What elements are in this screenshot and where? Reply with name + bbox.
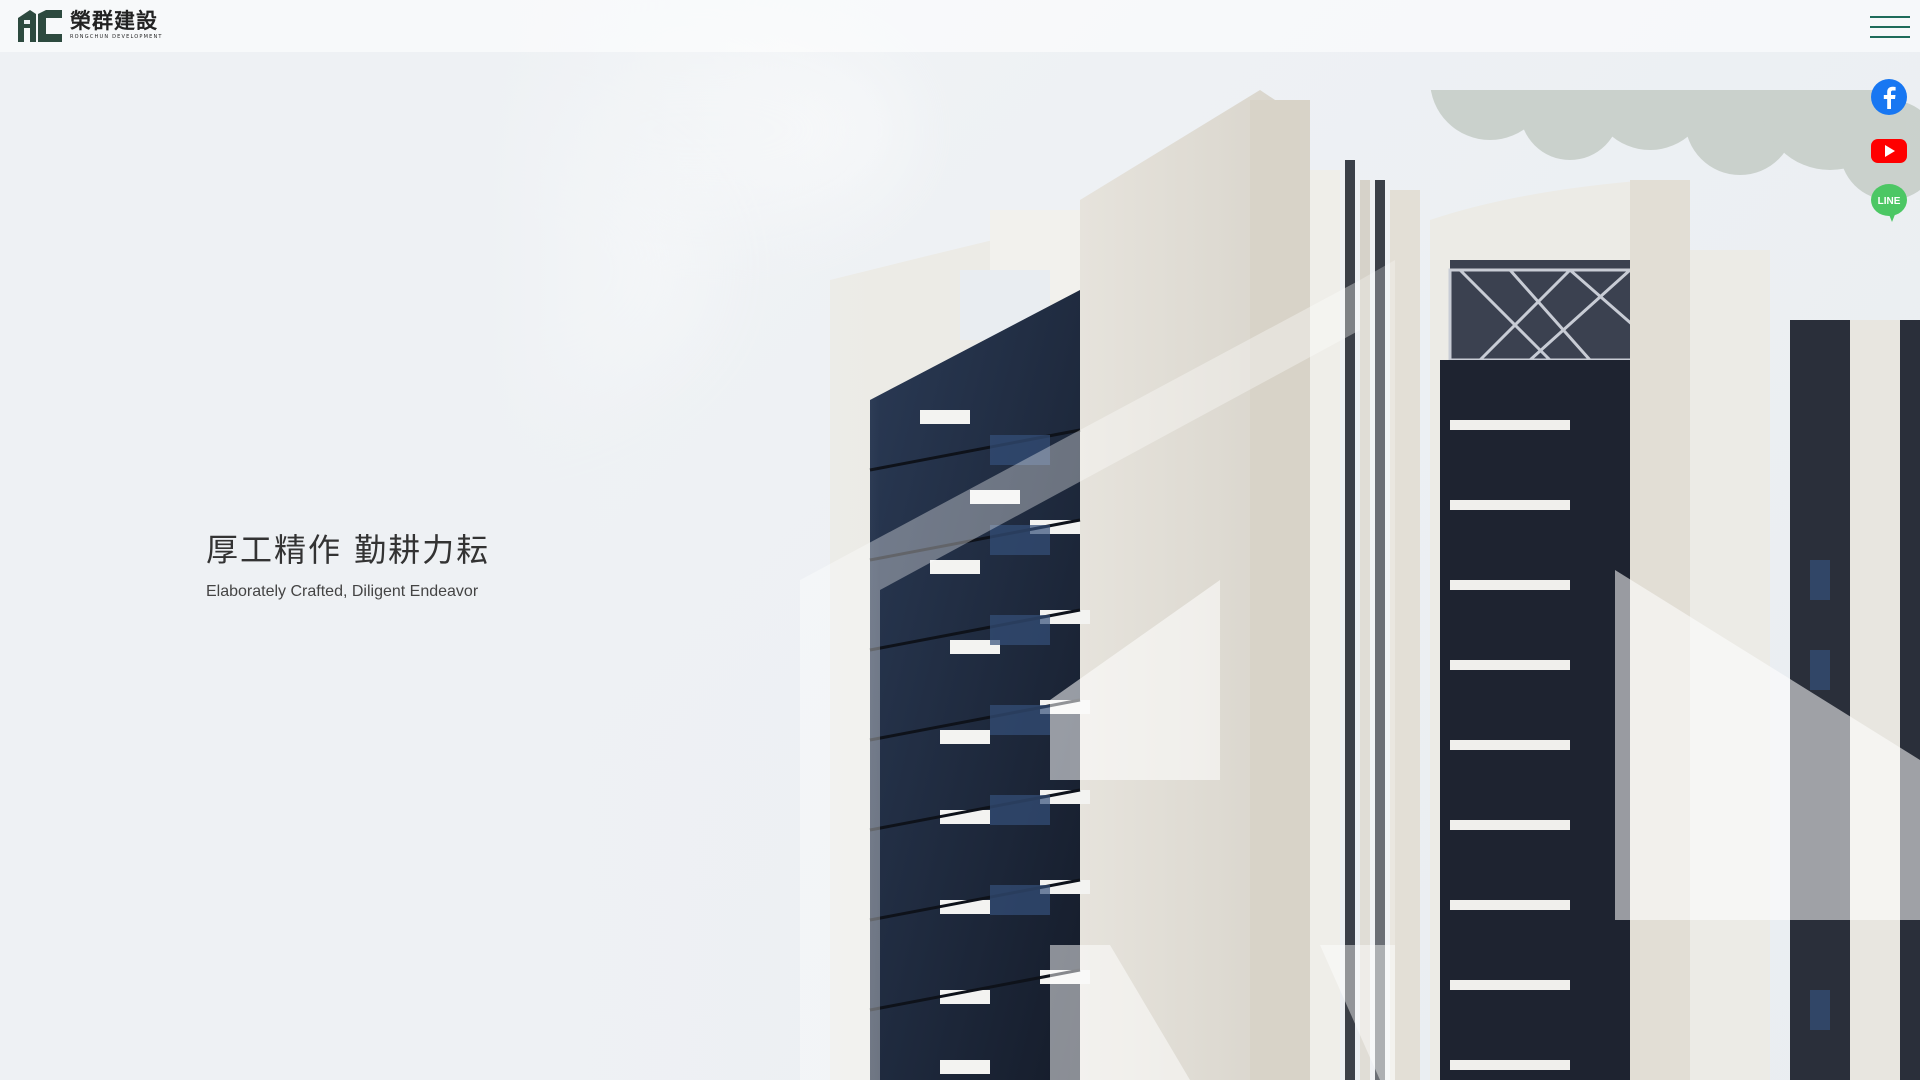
- hero-title: 厚工精作 勤耕力耘: [206, 531, 491, 569]
- hero-subtitle: Elaborately Crafted, Diligent Endeavor: [206, 583, 479, 600]
- logo-english-name: RONGCHUN DEVELOPMENT: [70, 33, 163, 40]
- site-logo[interactable]: 榮群建設 RONGCHUN DEVELOPMENT: [16, 8, 163, 42]
- logo-chinese-name: 榮群建設: [70, 8, 158, 33]
- hero-tagline: 厚工精作 勤耕力耘 Elaborately Crafted, Diligent …: [206, 525, 490, 601]
- site-header: [0, 0, 1920, 52]
- svg-text:LINE: LINE: [1878, 196, 1901, 207]
- line-icon[interactable]: LINE: [1870, 182, 1908, 222]
- facebook-icon[interactable]: [1870, 78, 1908, 116]
- youtube-icon[interactable]: [1870, 132, 1908, 170]
- hamburger-menu-icon[interactable]: [1870, 14, 1910, 40]
- logo-mark-icon: [18, 10, 62, 42]
- hero-page: 榮群建設 RONGCHUN DEVELOPMENT LINE 厚工精作 勤耕力耘…: [0, 0, 1920, 1080]
